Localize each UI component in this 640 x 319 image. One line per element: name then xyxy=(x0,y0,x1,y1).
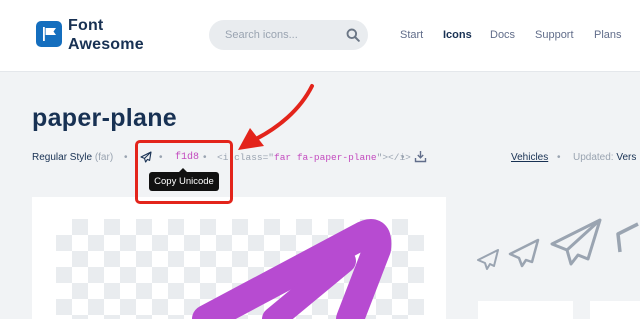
paper-plane-lg-icon xyxy=(616,222,639,253)
style-prefix: (far) xyxy=(94,152,114,163)
nav-start[interactable]: Start xyxy=(400,29,423,42)
code-class: far fa-paper-plane xyxy=(274,152,377,163)
info-card xyxy=(478,301,573,319)
icon-preview-panel xyxy=(32,197,446,319)
separator-dot: • xyxy=(401,152,405,163)
nav-support[interactable]: Support xyxy=(535,29,574,42)
separator-dot: • xyxy=(124,152,128,163)
updated-value: Vers xyxy=(616,152,637,163)
brand-name-line1: Font xyxy=(68,17,104,34)
paper-plane-xs-icon xyxy=(477,249,499,270)
html-snippet[interactable]: <i class="far fa-paper-plane"></i> xyxy=(217,151,411,164)
nav-plans[interactable]: Plans xyxy=(594,29,622,42)
paper-plane-md-icon xyxy=(550,218,602,266)
category-link[interactable]: Vehicles xyxy=(511,151,548,164)
font-awesome-flag-icon[interactable] xyxy=(36,21,62,47)
info-card xyxy=(590,301,640,319)
search-box xyxy=(209,20,368,50)
style-name: Regular Style xyxy=(32,152,93,163)
icon-title: paper-plane xyxy=(32,104,177,132)
paper-plane-sm-icon xyxy=(508,238,540,268)
search-input[interactable] xyxy=(225,20,335,50)
download-icon[interactable] xyxy=(414,150,427,163)
annotation-highlight-box xyxy=(135,140,233,204)
brand-logo-text[interactable]: Font Awesome xyxy=(68,16,144,54)
nav-icons[interactable]: Icons xyxy=(443,29,472,42)
brand-name-line2: Awesome xyxy=(68,36,144,53)
search-icon[interactable] xyxy=(346,28,360,42)
updated-info: Updated: Vers xyxy=(573,151,636,164)
flag-icon xyxy=(43,27,56,41)
code-close: "></i> xyxy=(376,152,411,163)
icon-style-label: Regular Style (far) xyxy=(32,151,113,164)
paper-plane-large-icon xyxy=(192,219,392,319)
separator-dot: • xyxy=(557,152,561,163)
nav-docs[interactable]: Docs xyxy=(490,29,515,42)
top-header: Font Awesome Start Icons Docs Support Pl… xyxy=(0,0,640,72)
icon-size-variants xyxy=(477,218,639,270)
updated-label: Updated: xyxy=(573,152,614,163)
